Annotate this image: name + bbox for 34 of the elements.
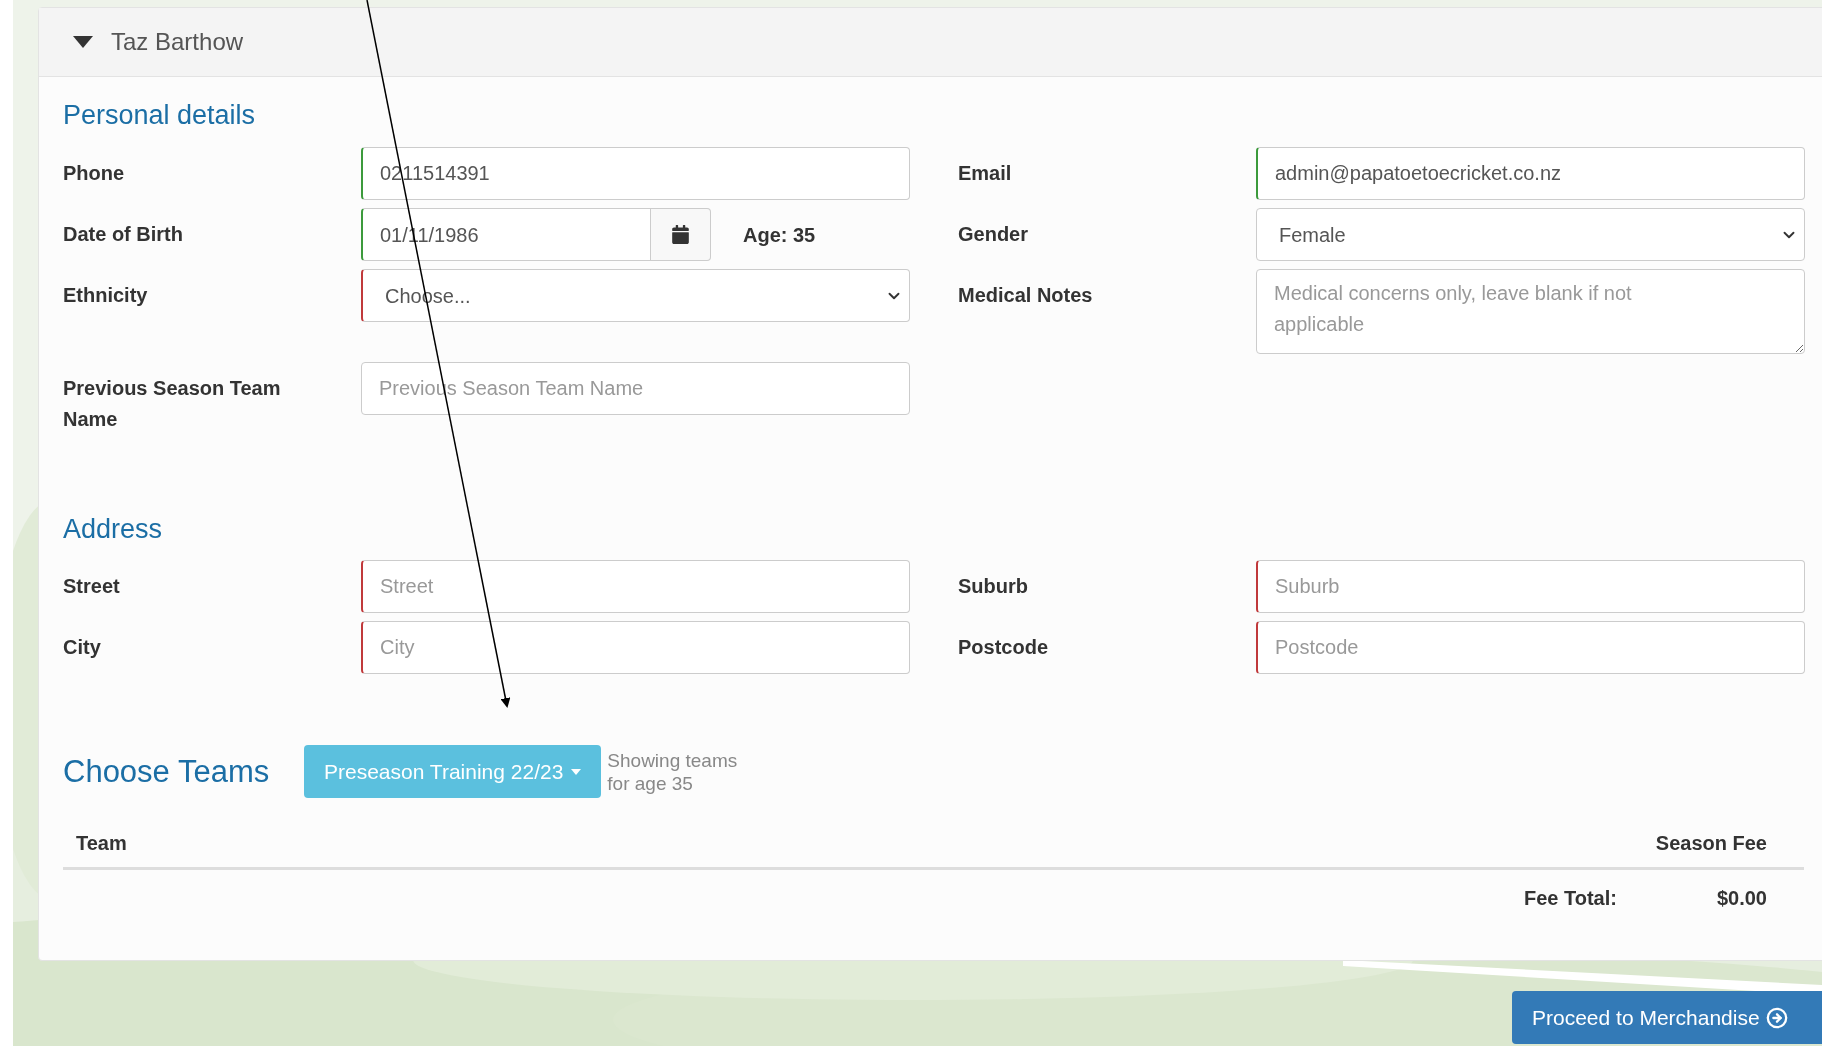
text-field[interactable]: Street: [361, 560, 910, 613]
field-label: Gender: [958, 222, 1030, 247]
field-label: Medical Notes: [958, 283, 1094, 308]
field-label: Email: [958, 161, 1013, 186]
proceed-button[interactable]: Proceed to Merchandise: [1512, 991, 1822, 1044]
caret-icon: [571, 768, 582, 775]
section-heading: Address: [63, 513, 164, 546]
age-note: Showing teams for age 35: [607, 748, 739, 795]
fee-total-value: $0.00: [1716, 886, 1767, 911]
field-label: Date of Birth: [63, 222, 184, 247]
select-field[interactable]: Female: [1256, 208, 1805, 261]
calendar-button[interactable]: [651, 208, 711, 261]
text-field[interactable]: Postcode: [1256, 621, 1805, 674]
section-heading: Personal details: [63, 99, 257, 132]
text-area[interactable]: Medical concerns only, leave blank if not applicable: [1256, 269, 1805, 354]
text-field[interactable]: admin@papatoetoecricket.co.nz: [1256, 147, 1805, 200]
text-field[interactable]: City: [361, 621, 910, 674]
fee-total-label: Fee Total:: [1523, 886, 1617, 911]
arrow-right-circle-icon: [1765, 1006, 1788, 1029]
field-label: Ethnicity: [63, 283, 149, 308]
field-label: Postcode: [958, 635, 1050, 660]
field-label: City: [63, 635, 102, 660]
text-field[interactable]: Suburb: [1256, 560, 1805, 613]
panel-header[interactable]: Taz Barthow: [39, 8, 1822, 77]
field-label: Suburb: [958, 574, 1029, 599]
caret-icon: [73, 36, 93, 48]
field-label: Phone: [63, 161, 126, 186]
column-header: Season Fee: [1655, 830, 1768, 856]
section-heading: Choose Teams: [63, 752, 271, 791]
field-label: Street: [63, 574, 121, 599]
age-text: Age: 35: [743, 222, 816, 248]
column-header: Team: [76, 830, 127, 856]
field-label: Previous Season Team Name: [63, 376, 282, 432]
calendar-icon: [671, 225, 690, 244]
